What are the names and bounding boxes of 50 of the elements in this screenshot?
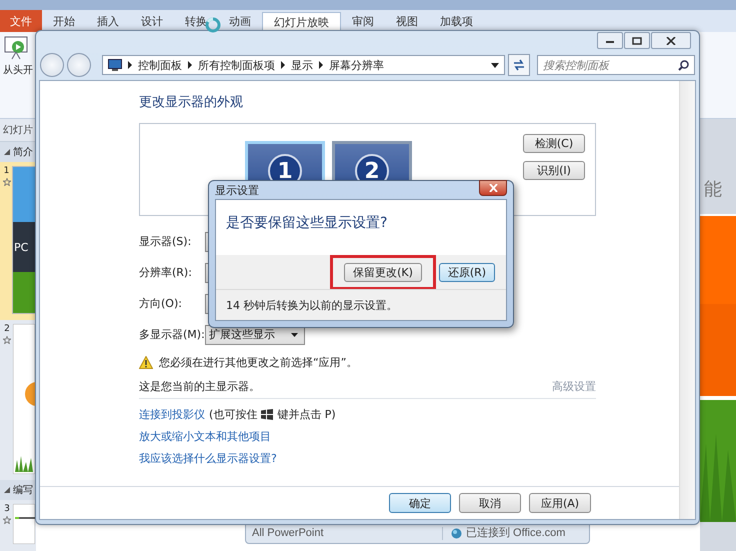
ribbon-tab[interactable]: 转换 [174, 10, 218, 32]
section-header[interactable]: 编写 [0, 480, 36, 500]
help-link[interactable]: 我应该选择什么显示器设置? [139, 450, 277, 466]
page-heading: 更改显示器的外观 [139, 94, 244, 112]
breadcrumb[interactable]: 所有控制面板项 [198, 58, 275, 72]
status-text: All PowerPoint [252, 527, 443, 540]
ribbon-tab[interactable]: 视图 [385, 10, 429, 32]
main-display-note: 这是您当前的主显示器。 [139, 378, 260, 394]
ribbon-tab[interactable]: 加载项 [429, 10, 484, 32]
connection-status: 已连接到 Office.com [466, 527, 566, 540]
breadcrumb[interactable]: 屏幕分辨率 [328, 58, 384, 72]
side-button[interactable]: 检测(C) [523, 134, 585, 153]
field-label: 分辨率(R): [139, 265, 193, 280]
dialog-button[interactable]: 取消 [459, 493, 521, 513]
side-button[interactable]: 识别(I) [523, 161, 585, 180]
shortcut-hint: 键并点击 P) [277, 406, 336, 422]
slide-number: 2 [4, 324, 10, 334]
ribbon-tab[interactable]: 设计 [130, 10, 174, 32]
projector-link[interactable]: 连接到投影仪 [139, 406, 205, 422]
slide-number: 3 [4, 504, 10, 514]
ribbon-tab[interactable]: 动画 [218, 10, 262, 32]
dialog-button[interactable]: 确定 [389, 493, 451, 513]
ribbon-tab[interactable]: 开始 [42, 10, 86, 32]
ribbon-tab[interactable]: 幻灯片放映 [262, 12, 341, 32]
section-title: 简介 [13, 146, 33, 159]
dialog-button[interactable]: 应用(A) [529, 493, 591, 513]
breadcrumb[interactable]: 显示 [290, 58, 313, 72]
thumbnail-text: PC [13, 240, 28, 254]
field-label: 显示器(S): [139, 234, 192, 249]
dialog-button[interactable]: 保留更改(K) [344, 262, 422, 282]
start-slideshow-button[interactable]: 从头开 [0, 32, 35, 79]
address-bar[interactable]: 控制面板 所有控制面板项 显示 屏幕分辨率 [102, 55, 506, 75]
ribbon-tab[interactable]: 插入 [86, 10, 130, 32]
section-title: 编写 [13, 484, 33, 497]
slide-title-text: 能 [703, 178, 723, 202]
section-header[interactable]: 简介 [0, 142, 36, 162]
countdown-text: 14 秒钟后转换为以前的显示设置。 [216, 289, 506, 320]
slide-number: 1 [4, 166, 10, 176]
breadcrumb[interactable]: 控制面板 [138, 58, 182, 72]
shortcut-hint: (也可按住 [209, 406, 258, 422]
help-link[interactable]: 放大或缩小文本和其他项目 [139, 428, 271, 444]
warning-text: 您必须在进行其他更改之前选择“应用”。 [159, 354, 358, 370]
field-label: 多显示器(M): [139, 327, 205, 342]
dialog-button[interactable]: 还原(R) [439, 262, 495, 282]
dialog-question: 是否要保留这些显示设置? [216, 200, 506, 255]
slide-thumbnail[interactable]: PC [12, 166, 36, 314]
field-label: 方向(O): [139, 296, 183, 311]
search-field[interactable]: 搜索控制面板 [537, 55, 695, 75]
ribbon-tab[interactable]: 审阅 [341, 10, 385, 32]
file-tab[interactable]: 文件 [0, 10, 42, 32]
